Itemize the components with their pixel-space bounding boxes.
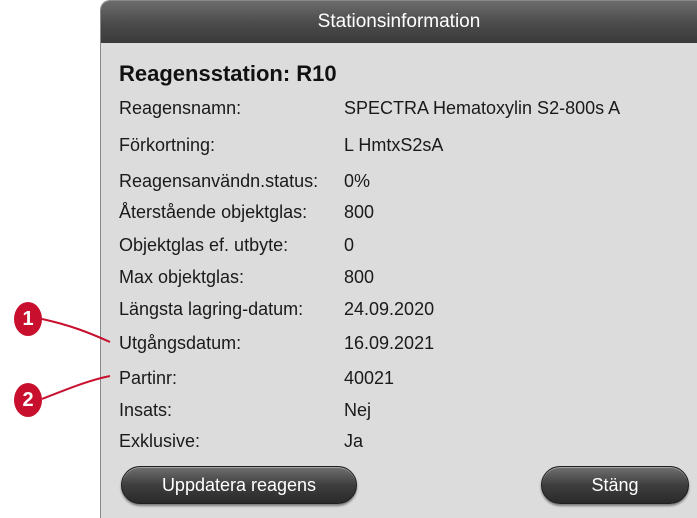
callout-1-line (41, 318, 111, 343)
callout-2-marker: 2 (14, 383, 42, 417)
callout-2-line (41, 375, 111, 400)
page: Stationsinformation Reagensstation: R10 … (0, 0, 697, 518)
callout-1-marker: 1 (14, 302, 42, 336)
callout-leader-lines (41, 318, 111, 400)
